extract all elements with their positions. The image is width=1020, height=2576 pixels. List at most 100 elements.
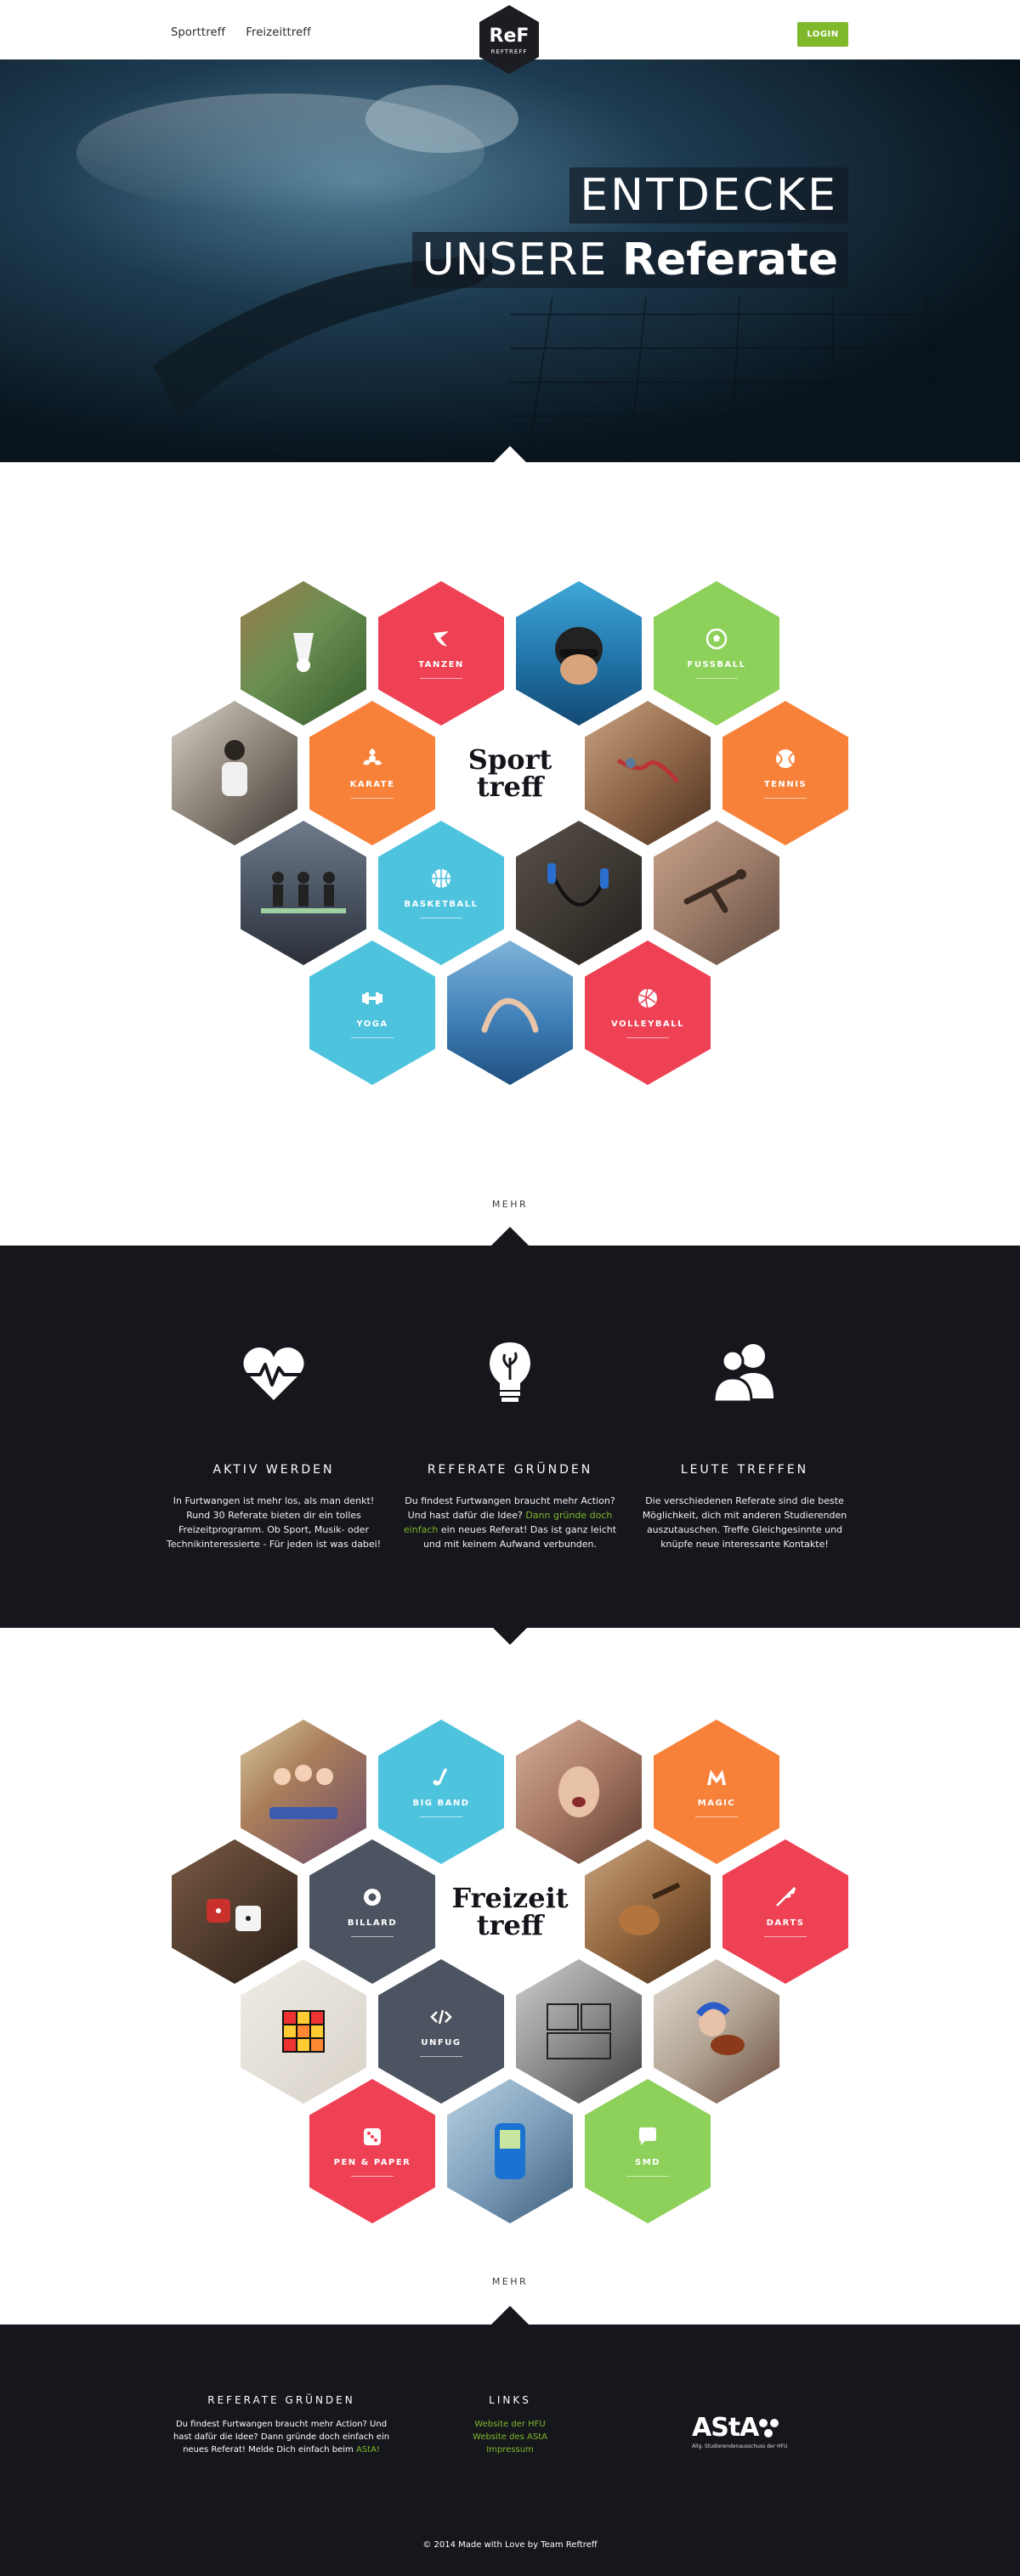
- footer-link-impressum[interactable]: Impressum: [450, 2443, 570, 2456]
- lightbulb-icon: [490, 1342, 530, 1402]
- sporttreff-title: Sport treff: [468, 743, 552, 803]
- group-exercise-icon: [261, 872, 346, 913]
- users-icon: [712, 1344, 774, 1404]
- fitness-class-photo-tile[interactable]: [241, 821, 366, 965]
- smd-tile[interactable]: SMD: [585, 2079, 711, 2223]
- hero-title-line2: UNSERE Referate: [411, 232, 848, 288]
- freizeittreff-title: Freizeit treff: [451, 1882, 569, 1941]
- features-bottom-notch: [493, 1628, 527, 1645]
- asta-logo[interactable]: AStA Allg. Studierendenausschuss der HFU: [692, 2413, 794, 2449]
- billard-tile[interactable]: BILLARD: [309, 1839, 435, 1984]
- magic-tile[interactable]: MAGIC: [654, 1720, 779, 1864]
- dice-photo-icon: [207, 1899, 261, 1931]
- violinist-icon: [695, 2002, 745, 2055]
- feature-leute-treffen: LEUTE TREFFEN Die verschiedenen Referate…: [634, 1339, 855, 1551]
- sporttreff-section: TANZEN FUSSBALL KARATE Sport treff TENNIS…: [0, 462, 1020, 1246]
- rope-icon: [616, 758, 679, 783]
- footer-links: Website der HFU Website des AStA Impress…: [450, 2418, 570, 2456]
- saxophone-icon: [433, 1768, 447, 1786]
- footer-link-hfu[interactable]: Website der HFU: [450, 2418, 570, 2431]
- shuttlecock-icon: [293, 633, 314, 672]
- footer-col-title: REFERATE GRÜNDEN: [207, 2394, 355, 2406]
- feature-referate-gruenden: REFERATE GRÜNDEN Du findest Furtwangen b…: [400, 1339, 620, 1551]
- yoga-tile[interactable]: YOGA: [309, 941, 435, 1085]
- heart-pulse-icon: [243, 1347, 304, 1400]
- guitar-photo-tile[interactable]: [585, 1839, 711, 1984]
- svg-text:ReF: ReF: [490, 25, 530, 47]
- player-icon: [222, 740, 247, 796]
- site-header: Sporttreff Freizeittreff ReF REFTREFF LO…: [0, 0, 1020, 74]
- handball-player-photo-tile[interactable]: [172, 701, 298, 845]
- basketball-icon: [432, 869, 450, 888]
- asta-link[interactable]: AStA!: [356, 2445, 380, 2455]
- gadget-photo-tile[interactable]: [447, 2079, 573, 2223]
- fussball-tile[interactable]: FUSSBALL: [654, 581, 779, 726]
- darts-tile[interactable]: DARTS: [722, 1839, 848, 1984]
- sport-more-link[interactable]: MEHR: [0, 1199, 1020, 1210]
- gymnast-photo-tile[interactable]: [447, 941, 573, 1085]
- manga-panels-icon: [547, 2003, 611, 2059]
- main-nav: Sporttreff Freizeittreff: [171, 26, 311, 39]
- dancer-photo-tile[interactable]: [654, 821, 779, 965]
- dancer-icon: [434, 631, 449, 647]
- login-button[interactable]: LOGIN: [797, 22, 848, 47]
- karate-tile[interactable]: KARATE: [309, 701, 435, 845]
- reftreff-logo[interactable]: ReF REFTREFF: [479, 4, 540, 75]
- jump-rope-icon: [547, 863, 609, 907]
- feature-title: AKTIV WERDEN: [212, 1463, 335, 1477]
- gymnast-icon: [481, 997, 539, 1033]
- freizeittreff-section: BIG BAND MAGIC BILLARD Freizeit treff DAR…: [0, 1628, 1020, 2325]
- violinist-photo-tile[interactable]: [654, 1959, 779, 2104]
- dart-icon: [776, 1887, 796, 1907]
- karate-icon: [363, 749, 382, 765]
- guitar-icon: [619, 1882, 681, 1935]
- feature-text: Die verschiedenen Referate sind die best…: [642, 1495, 847, 1550]
- footer-col-title: LINKS: [489, 2394, 531, 2406]
- feature-title: LEUTE TREFFEN: [680, 1463, 809, 1477]
- asta-dots-icon: [759, 2418, 779, 2438]
- singer-face-icon: [558, 1766, 599, 1817]
- hero-banner: ENTDECKE UNSERE Referate: [0, 59, 1020, 462]
- features-section: AKTIV WERDEN In Furtwangen ist mehr los,…: [0, 1246, 1020, 1645]
- chat-bubble-icon: [639, 2127, 656, 2145]
- magic-icon: [707, 1770, 726, 1785]
- anime-characters-icon: [269, 1765, 337, 1819]
- hero-title-line1: ENTDECKE: [570, 167, 848, 223]
- dumbbell-icon: [362, 992, 382, 1004]
- football-icon: [706, 628, 728, 650]
- copyright: © 2014 Made with Love by Team Reftreff: [422, 2540, 598, 2550]
- footer-col-links: LINKS Website der HFU Website des AStA I…: [450, 2394, 570, 2456]
- tennis-ball-icon: [776, 749, 795, 768]
- climbing-rope-photo-tile[interactable]: [585, 701, 711, 845]
- footer-link-asta[interactable]: Website des AStA: [450, 2431, 570, 2443]
- volleyball-icon: [638, 988, 657, 1008]
- feature-title: REFERATE GRÜNDEN: [427, 1463, 593, 1477]
- site-footer: REFERATE GRÜNDEN Du findest Furtwangen b…: [0, 2325, 1020, 2576]
- volleyball-tile[interactable]: VOLLEYBALL: [585, 941, 711, 1085]
- freizeit-more-link[interactable]: MEHR: [0, 2276, 1020, 2287]
- anime-poster-photo-tile[interactable]: [241, 1720, 366, 1864]
- features-notch: [491, 1227, 529, 1246]
- tennis-tile[interactable]: TENNIS: [722, 701, 848, 845]
- dice-icon: [364, 2128, 381, 2145]
- footer-col-referate: REFERATE GRÜNDEN Du findest Furtwangen b…: [170, 2394, 393, 2456]
- nav-link-freizeittreff[interactable]: Freizeittreff: [246, 26, 311, 39]
- dice-photo-tile[interactable]: [172, 1839, 298, 1984]
- code-icon: [430, 2009, 452, 2025]
- hero-notch: [493, 446, 527, 462]
- badminton-photo-tile[interactable]: [241, 581, 366, 726]
- feature-aktiv-werden: AKTIV WERDEN In Furtwangen ist mehr los,…: [163, 1339, 384, 1551]
- billiard-ball-icon: [364, 1889, 381, 1906]
- feature-text: In Furtwangen ist mehr los, als man denk…: [166, 1495, 382, 1550]
- rubiks-cube-icon: [282, 2010, 325, 2053]
- pen-paper-tile[interactable]: PEN & PAPER: [309, 2079, 435, 2223]
- breakdancer-icon: [683, 869, 746, 913]
- svg-text:REFTREFF: REFTREFF: [491, 48, 528, 55]
- hero-title: ENTDECKE UNSERE Referate: [411, 167, 848, 288]
- feature-text: Du findest Furtwangen braucht mehr Actio…: [403, 1495, 617, 1550]
- footer-col-text: Du findest Furtwangen braucht mehr Actio…: [173, 2420, 390, 2455]
- handheld-device-icon: [495, 2123, 525, 2179]
- nav-link-sporttreff[interactable]: Sporttreff: [171, 26, 225, 39]
- swimmer-face-icon: [555, 627, 603, 685]
- rubiks-cube-photo-tile[interactable]: [241, 1959, 366, 2104]
